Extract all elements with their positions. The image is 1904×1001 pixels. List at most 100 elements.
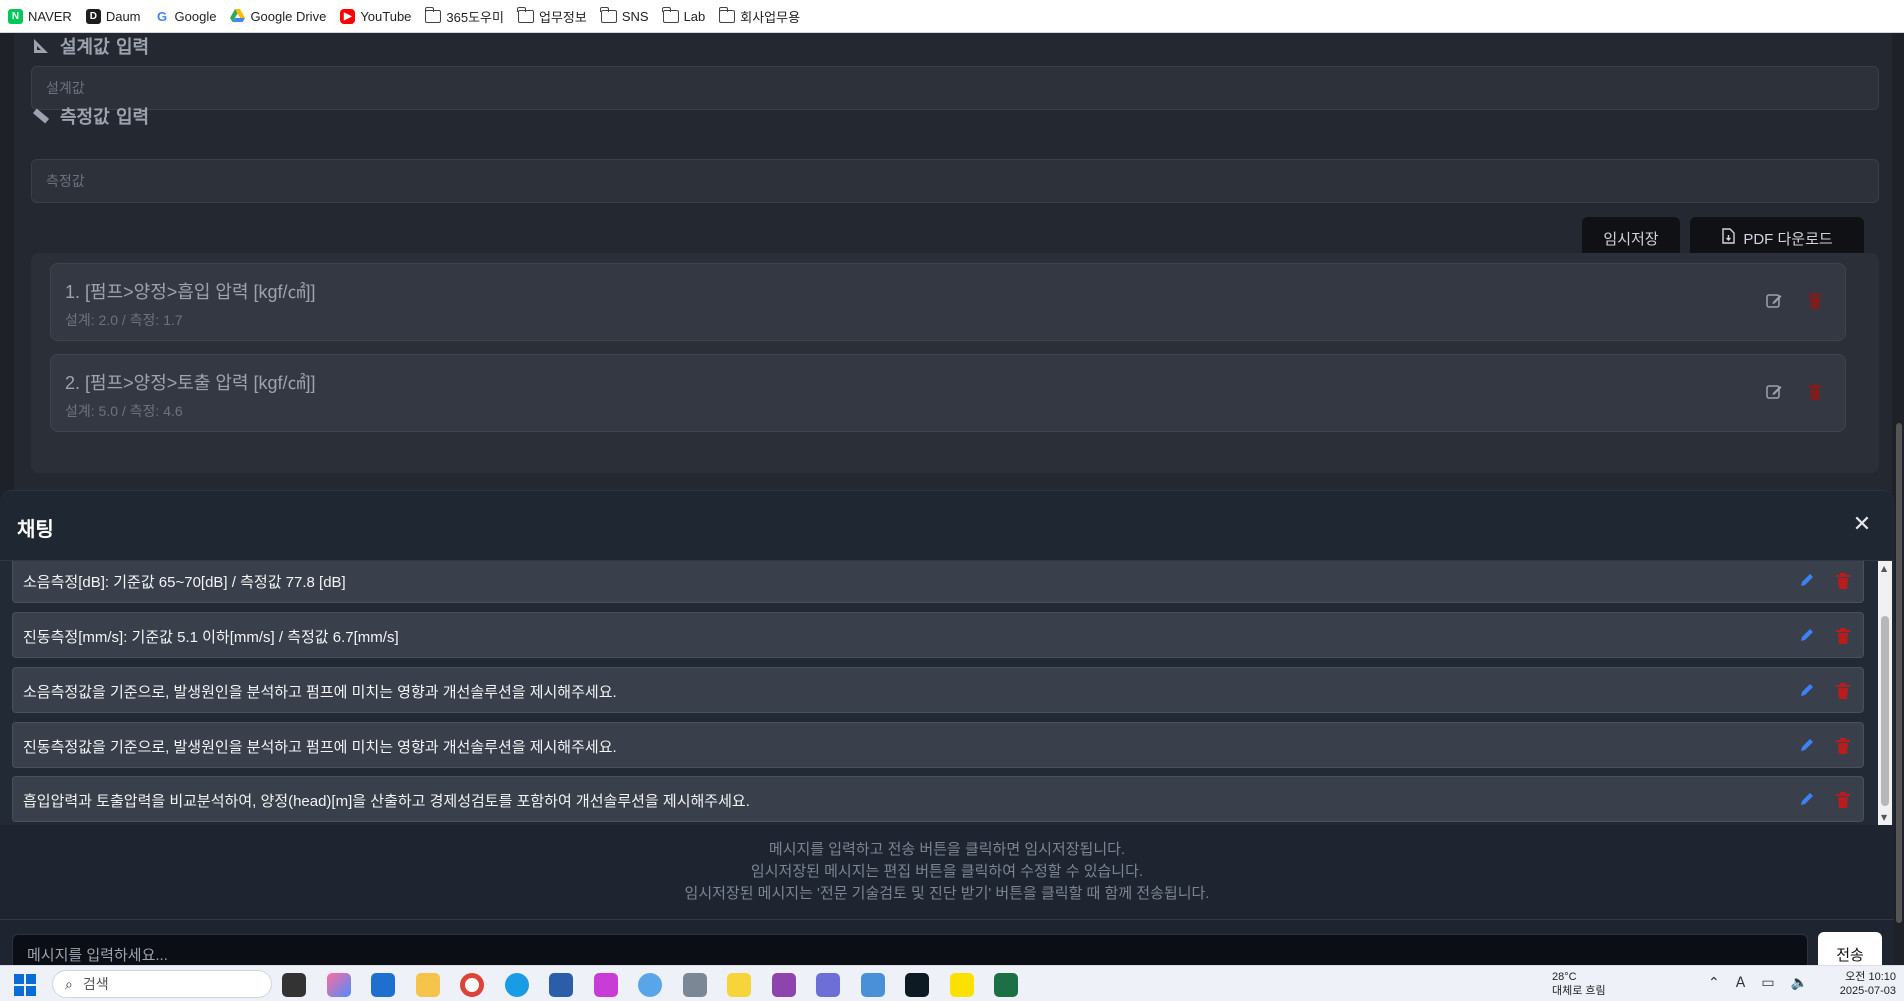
bookmark-google[interactable]: G Google bbox=[154, 0, 217, 33]
ruler-triangle-icon bbox=[32, 37, 50, 55]
close-icon[interactable]: ✕ bbox=[1850, 513, 1874, 537]
taskbar-search-label: 검색 bbox=[82, 976, 109, 992]
bookmark-label: 365도우미 bbox=[446, 9, 504, 25]
trash-icon[interactable] bbox=[1835, 791, 1853, 809]
weather-widget[interactable]: 28°C 대체로 흐림 bbox=[1552, 970, 1606, 998]
task-view-icon[interactable] bbox=[282, 973, 306, 997]
bookmark-label: YouTube bbox=[360, 8, 412, 24]
pencil-icon[interactable] bbox=[1799, 682, 1817, 700]
measure-value-label-text: 측정값 입력 bbox=[60, 107, 150, 128]
bookmark-label: Lab bbox=[683, 8, 706, 24]
naver-icon: N bbox=[8, 8, 23, 24]
chat-title: 채팅 bbox=[17, 517, 54, 541]
pencil-icon[interactable] bbox=[1799, 572, 1817, 590]
taskbar-clock[interactable]: 오전 10:10 2025-07-03 bbox=[1836, 970, 1896, 998]
folder-icon bbox=[600, 6, 617, 23]
network-icon[interactable]: ▭ bbox=[1761, 975, 1774, 991]
folder-icon bbox=[718, 6, 736, 23]
chevron-up-icon[interactable]: ⌃ bbox=[1708, 975, 1720, 991]
printer-icon[interactable] bbox=[549, 973, 573, 997]
bookmark-folder-365[interactable]: 365도우미 bbox=[424, 0, 504, 33]
pdf-download-label: PDF 다운로드 bbox=[1743, 230, 1833, 248]
scroll-up-icon[interactable]: ▲ bbox=[1881, 564, 1887, 573]
paint-icon[interactable] bbox=[772, 973, 796, 997]
youtube-icon: ▶ bbox=[340, 8, 356, 24]
drive-icon bbox=[230, 9, 246, 24]
page-scrollbar-thumb[interactable] bbox=[1896, 423, 1902, 923]
chat-message-text: 진동측정값을 기준으로, 발생원인을 분석하고 펌프에 미치는 영향과 개선솔루… bbox=[23, 739, 617, 756]
trash-icon[interactable] bbox=[1835, 682, 1853, 700]
weather-desc: 대체로 흐림 bbox=[1552, 985, 1606, 997]
cursor-app-icon[interactable] bbox=[905, 973, 929, 997]
measurement-item: 1. [펌프>양정>흡입 압력 [kgf/㎠]] 설계: 2.0 / 측정: 1… bbox=[50, 263, 1846, 341]
folder-icon bbox=[424, 6, 442, 23]
chat-input-bar: 전송 bbox=[0, 919, 1894, 965]
snipping-tool-icon[interactable] bbox=[594, 973, 618, 997]
bookmark-label: Google bbox=[174, 8, 217, 24]
bookmark-google-drive[interactable]: Google Drive bbox=[230, 0, 326, 33]
pencil-icon[interactable] bbox=[1799, 737, 1817, 755]
windows-start-icon[interactable] bbox=[14, 974, 36, 996]
chat-panel: 채팅 ✕ 소음측정[dB]: 기준값 65~70[dB] / 측정값 77.8 … bbox=[0, 490, 1894, 965]
store-icon[interactable] bbox=[371, 973, 395, 997]
system-tray: ⌃ A ▭ 🔈 bbox=[1708, 975, 1808, 991]
clock-time: 오전 10:10 bbox=[1845, 971, 1896, 983]
chat-message: 흡입압력과 토출압력을 비교분석하여, 양정(head)[m]을 산출하고 경제… bbox=[12, 776, 1864, 822]
trash-icon[interactable] bbox=[1835, 572, 1853, 590]
notepad-icon[interactable] bbox=[861, 973, 885, 997]
kakaotalk-icon[interactable] bbox=[950, 973, 974, 997]
send-button[interactable]: 전송 bbox=[1818, 932, 1882, 965]
file-explorer-icon[interactable] bbox=[416, 973, 440, 997]
measurement-item-title: 1. [펌프>양정>흡입 압력 [kgf/㎠]] bbox=[65, 282, 316, 302]
bookmark-folder-company[interactable]: 회사업무용 bbox=[718, 0, 800, 33]
scroll-down-icon[interactable]: ▼ bbox=[1881, 813, 1887, 822]
page-scrollbar[interactable] bbox=[1894, 33, 1904, 965]
chat-hint-line: 임시저장된 메시지는 '전문 기술검토 및 진단 받기' 버튼을 클릭할 때 함… bbox=[684, 885, 1210, 902]
copilot-icon[interactable] bbox=[327, 973, 351, 997]
chrome-icon[interactable] bbox=[460, 973, 484, 997]
taskbar-search[interactable]: ⌕ 검색 bbox=[52, 970, 272, 998]
trash-icon[interactable] bbox=[1807, 292, 1825, 310]
bookmark-naver[interactable]: N NAVER bbox=[8, 0, 72, 33]
chat-scrollbar-thumb[interactable] bbox=[1881, 616, 1889, 806]
chat-message: 진동측정[mm/s]: 기준값 5.1 이하[mm/s] / 측정값 6.7[m… bbox=[12, 612, 1864, 658]
bookmark-label: NAVER bbox=[28, 8, 72, 24]
trash-icon[interactable] bbox=[1835, 737, 1853, 755]
excel-icon[interactable] bbox=[994, 973, 1018, 997]
edit-icon[interactable] bbox=[1765, 292, 1783, 310]
chat-scrollbar[interactable]: ▲ ▼ bbox=[1878, 561, 1892, 825]
design-value-label: 설계값 입력 bbox=[32, 33, 149, 59]
bookmark-label: SNS bbox=[621, 8, 649, 24]
measure-value-input[interactable] bbox=[31, 159, 1879, 203]
bookmark-folder-sns[interactable]: SNS bbox=[600, 0, 649, 33]
bookmark-youtube[interactable]: ▶ YouTube bbox=[340, 0, 411, 33]
sticky-notes-icon[interactable] bbox=[727, 973, 751, 997]
chat-message: 소음측정[dB]: 기준값 65~70[dB] / 측정값 77.8 [dB] bbox=[12, 561, 1864, 603]
edge-icon[interactable] bbox=[505, 973, 529, 997]
volume-icon[interactable]: 🔈 bbox=[1791, 975, 1808, 991]
trash-icon[interactable] bbox=[1807, 383, 1825, 401]
daum-icon: D bbox=[85, 8, 101, 24]
pencil-icon[interactable] bbox=[1799, 627, 1817, 645]
edit-icon[interactable] bbox=[1765, 383, 1783, 401]
bookmark-folder-lab[interactable]: Lab bbox=[661, 0, 706, 33]
input-method-icon[interactable]: A bbox=[1736, 975, 1746, 991]
bookmark-folder-work-info[interactable]: 업무정보 bbox=[517, 0, 587, 33]
globe-icon[interactable] bbox=[638, 973, 662, 997]
calculator-icon[interactable] bbox=[683, 973, 707, 997]
chat-message: 소음측정값을 기준으로, 발생원인을 분석하고 펌프에 미치는 영향과 개선솔루… bbox=[12, 667, 1864, 713]
folder-icon bbox=[661, 6, 679, 23]
chat-message: 진동측정값을 기준으로, 발생원인을 분석하고 펌프에 미치는 영향과 개선솔루… bbox=[12, 722, 1864, 768]
trash-icon[interactable] bbox=[1835, 627, 1853, 645]
file-download-icon bbox=[1721, 228, 1736, 248]
measure-value-label: 측정값 입력 bbox=[32, 103, 149, 129]
design-value-input[interactable] bbox=[31, 66, 1879, 110]
bookmark-daum[interactable]: D Daum bbox=[85, 0, 141, 33]
pencil-icon[interactable] bbox=[1799, 791, 1817, 809]
chat-message-text: 흡입압력과 토출압력을 비교분석하여, 양정(head)[m]을 산출하고 경제… bbox=[23, 793, 750, 810]
chat-message-input[interactable] bbox=[12, 934, 1808, 965]
bookmarks-bar: N NAVER D Daum G Google Google Drive ▶ Y… bbox=[0, 0, 1904, 33]
measurement-item: 2. [펌프>양정>토출 압력 [kgf/㎠]] 설계: 5.0 / 측정: 4… bbox=[50, 354, 1846, 432]
design-value-label-text: 설계값 입력 bbox=[60, 37, 150, 58]
camera-icon[interactable] bbox=[816, 973, 840, 997]
